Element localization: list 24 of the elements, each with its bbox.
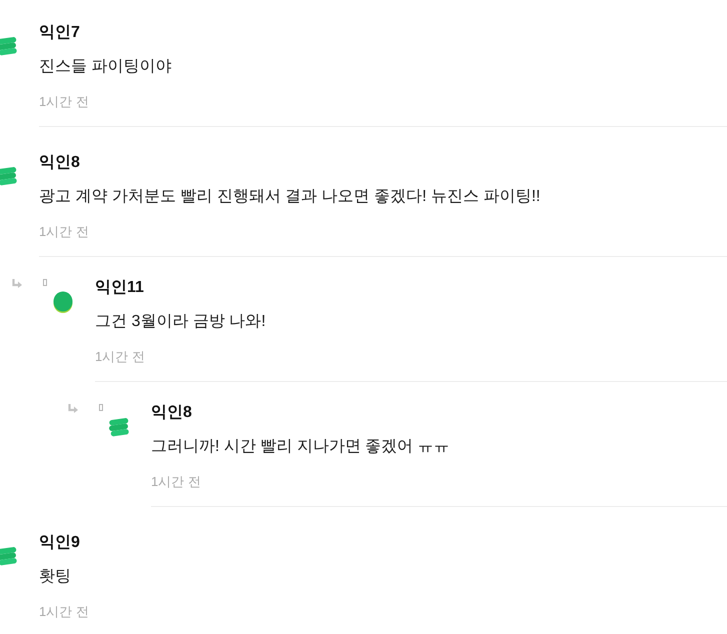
comment-text: 홧팅 bbox=[39, 567, 72, 587]
username: 익인9 bbox=[39, 533, 81, 553]
reply-arrow-icon bbox=[12, 279, 22, 288]
comment-text: 그건 3월이라 금방 나와! bbox=[95, 312, 267, 332]
comment-text: 진스들 파이팅이야 bbox=[39, 57, 172, 77]
avatar-icon bbox=[0, 165, 17, 187]
timestamp: 1시간 전 bbox=[39, 93, 90, 111]
timestamp: 1시간 전 bbox=[39, 223, 90, 241]
username: 익인8 bbox=[39, 153, 81, 173]
timestamp: 1시간 전 bbox=[151, 473, 202, 491]
avatar-icon bbox=[0, 545, 17, 567]
username: 익인8 bbox=[151, 403, 193, 423]
small-rectangle-icon bbox=[43, 279, 47, 286]
avatar-icon bbox=[53, 291, 73, 313]
timestamp: 1시간 전 bbox=[95, 348, 146, 366]
comment-text: 광고 계약 가처분도 빨리 진행돼서 결과 나오면 좋겠다! 뉴진스 파이팅!! bbox=[39, 187, 542, 207]
comment-text: 그러니까! 시간 빨리 지나가면 좋겠어 ㅠㅠ bbox=[151, 437, 451, 457]
small-rectangle-icon bbox=[99, 404, 103, 411]
reply-arrow-icon bbox=[68, 404, 78, 413]
username: 익인11 bbox=[95, 278, 145, 298]
username: 익인7 bbox=[39, 23, 81, 43]
avatar-icon bbox=[109, 416, 129, 438]
timestamp: 1시간 전 bbox=[39, 603, 90, 621]
avatar-icon bbox=[0, 35, 17, 57]
